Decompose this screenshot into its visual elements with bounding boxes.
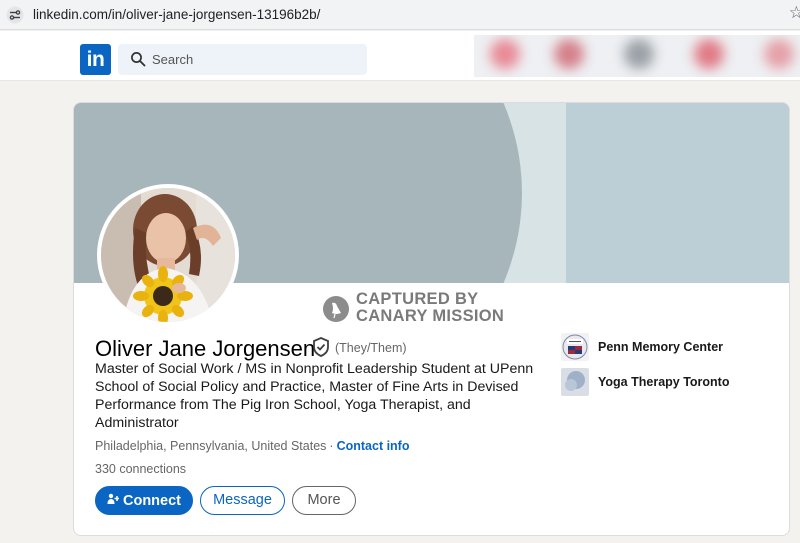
blurred-nav-items <box>474 35 800 77</box>
verified-shield-icon[interactable] <box>312 337 330 357</box>
watermark-line-2: CANARY MISSION <box>356 307 505 325</box>
profile-name: Oliver Jane Jorgensen <box>95 336 316 361</box>
search-box[interactable] <box>118 44 367 75</box>
location-row: Philadelphia, Pennsylvania, United State… <box>95 439 410 453</box>
linkedin-logo-icon[interactable]: in <box>80 44 111 75</box>
site-settings-icon[interactable] <box>6 6 24 24</box>
connections-count: 330 connections <box>95 462 187 476</box>
profile-headline: Master of Social Work / MS in Nonprofit … <box>95 361 534 431</box>
profile-photo[interactable] <box>97 184 239 326</box>
search-input[interactable] <box>152 44 352 75</box>
message-button[interactable]: Message <box>200 486 285 515</box>
pronouns: (They/Them) <box>335 341 407 355</box>
watermark-line-1: CAPTURED BY <box>356 290 479 308</box>
profile-photo-image <box>101 188 235 322</box>
contact-info-link[interactable]: Contact info <box>337 439 410 453</box>
profile-card: CAPTURED BY CANARY MISSION Oliver Jane J… <box>73 102 790 536</box>
more-button[interactable]: More <box>292 486 356 515</box>
search-icon <box>131 52 146 67</box>
browser-address-bar[interactable]: linkedin.com/in/oliver-jane-jorgensen-13… <box>0 0 800 30</box>
connect-button[interactable]: Connect <box>95 486 193 515</box>
connect-label: Connect <box>123 493 181 509</box>
location-separator: · <box>329 439 334 453</box>
org-name: Penn Memory Center <box>598 340 724 354</box>
url-text[interactable]: linkedin.com/in/oliver-jane-jorgensen-13… <box>33 7 320 22</box>
penn-memory-center-logo-icon <box>561 333 589 361</box>
location-text: Philadelphia, Pennsylvania, United State… <box>95 439 327 453</box>
yoga-therapy-toronto-logo-icon <box>561 368 589 396</box>
org-name: Yoga Therapy Toronto <box>598 375 730 389</box>
add-person-icon <box>107 487 119 514</box>
bookmark-star-icon[interactable]: ☆ <box>789 3 800 23</box>
canary-bird-icon <box>323 296 349 322</box>
linkedin-top-nav: in <box>0 31 800 81</box>
